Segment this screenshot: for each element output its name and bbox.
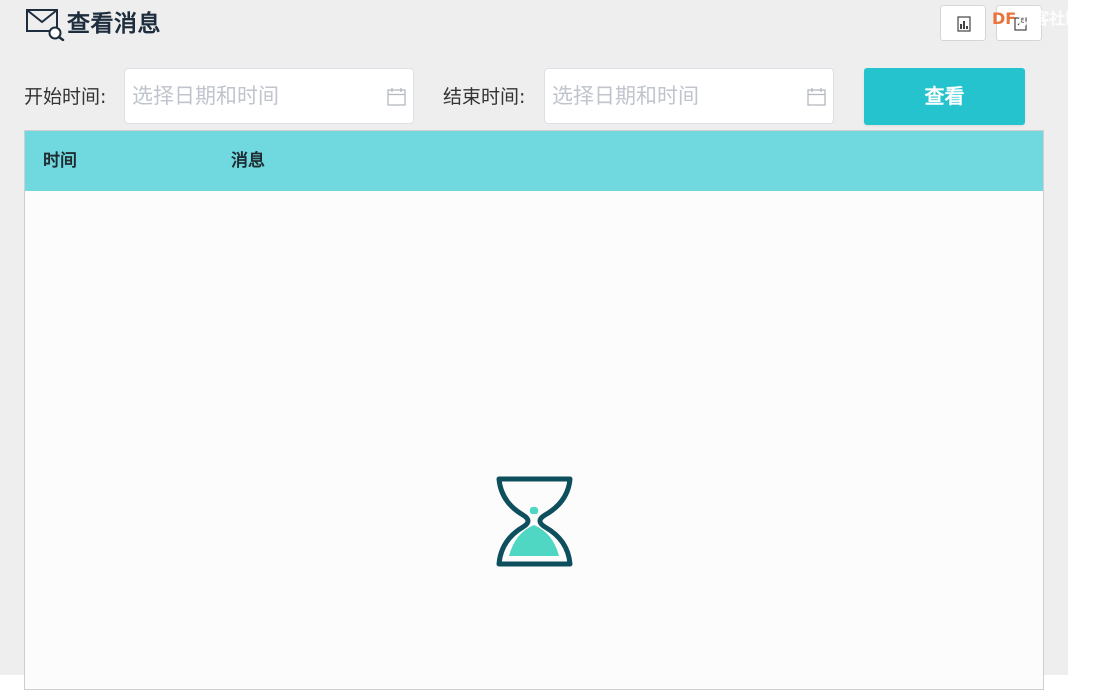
table-header: 时间 消息: [25, 131, 1043, 191]
site-logo-watermark: DF创客社区: [992, 8, 1081, 30]
column-header-message[interactable]: 消息: [231, 131, 265, 191]
mail-search-icon: [25, 7, 65, 42]
end-time-input[interactable]: 选择日期和时间: [544, 68, 834, 124]
start-time-input[interactable]: 选择日期和时间: [124, 68, 414, 124]
message-table: 时间 消息: [24, 130, 1044, 690]
end-time-placeholder: 选择日期和时间: [552, 84, 699, 108]
view-button[interactable]: 查看: [864, 68, 1025, 125]
calendar-icon: [807, 88, 826, 106]
chart-button[interactable]: [940, 5, 986, 41]
logo-text-accent: DF: [992, 9, 1017, 28]
chart-icon: [957, 16, 971, 32]
page-title: 查看消息: [67, 11, 161, 37]
column-header-time[interactable]: 时间: [43, 131, 77, 191]
start-time-placeholder: 选择日期和时间: [132, 84, 279, 108]
hourglass-icon: [495, 476, 574, 571]
calendar-icon: [387, 88, 406, 106]
start-time-label: 开始时间:: [24, 86, 107, 108]
logo-text: 创客社区: [1017, 9, 1082, 28]
end-time-label: 结束时间:: [443, 86, 526, 108]
